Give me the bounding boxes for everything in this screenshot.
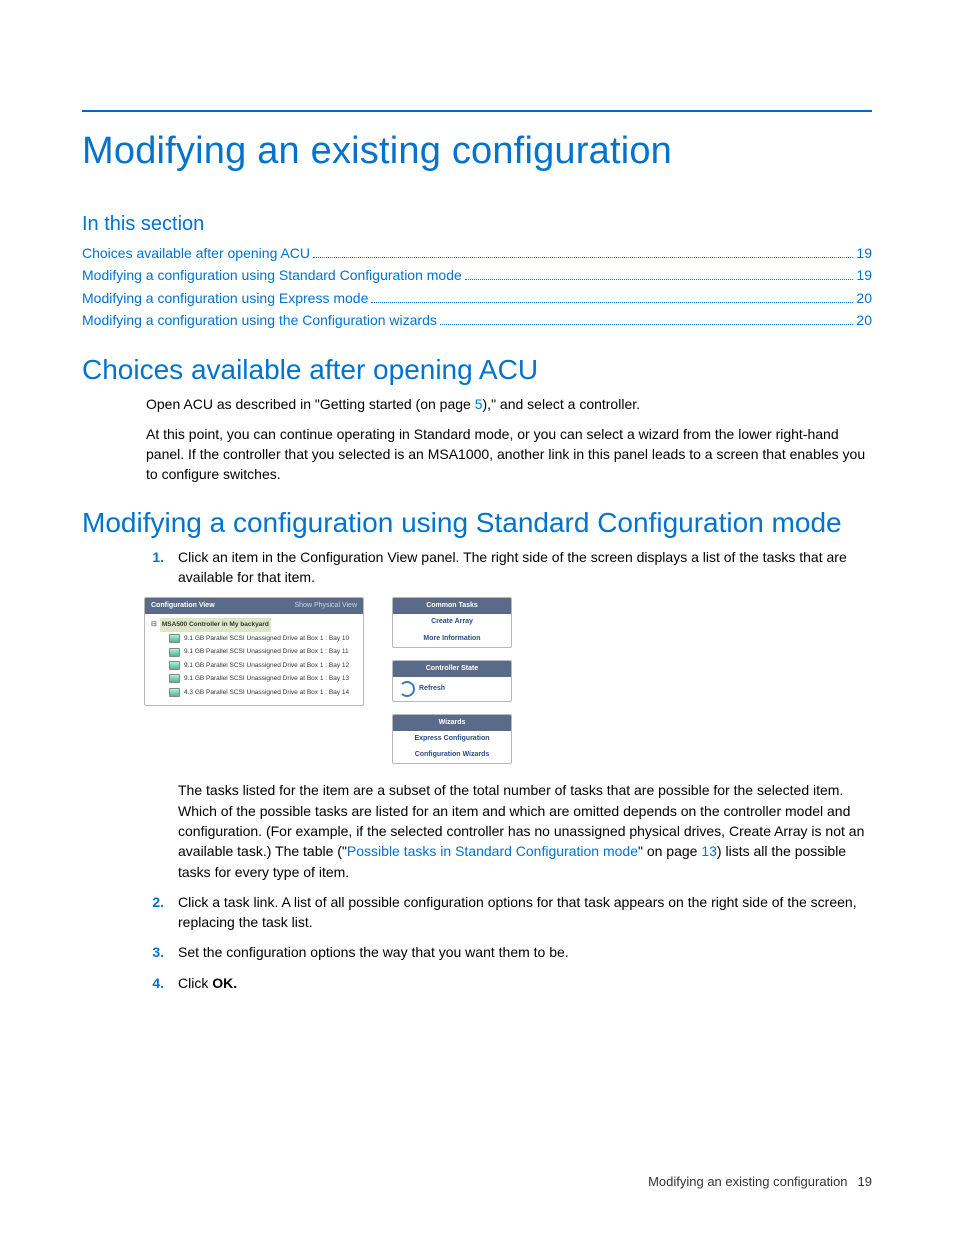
section-heading-choices: Choices available after opening ACU <box>82 354 872 386</box>
panel-title: Controller State <box>426 664 479 674</box>
step-number: 2. <box>130 892 178 933</box>
paragraph: At this point, you can continue operatin… <box>146 424 872 485</box>
toc-page: 19 <box>856 242 872 264</box>
toc-heading: In this section <box>82 213 872 236</box>
drive-icon <box>169 648 180 657</box>
page-link[interactable]: 5 <box>475 396 483 412</box>
footer-page-number: 19 <box>858 1174 872 1189</box>
toc-leader <box>440 312 854 326</box>
toc-page: 19 <box>856 264 872 286</box>
toc-entry[interactable]: Modifying a configuration using the Conf… <box>82 309 872 331</box>
step-number: 4. <box>130 973 178 993</box>
footer-title: Modifying an existing configuration <box>648 1174 847 1189</box>
step1-continuation: The tasks listed for the item are a subs… <box>130 780 872 881</box>
text: " on page <box>638 843 701 859</box>
step-text: Click OK. <box>178 973 872 993</box>
list-item: 1. Click an item in the Configuration Vi… <box>130 547 872 588</box>
wizard-link-config[interactable]: Configuration Wizards <box>393 747 511 763</box>
toc-leader <box>465 267 854 281</box>
panel-title: Wizards <box>439 718 466 728</box>
embedded-screenshot: Configuration View Show Physical View ⊟ … <box>144 597 872 764</box>
drive-label: 4.3 GB Parallel SCSI Unassigned Drive at… <box>184 688 349 697</box>
tree-item[interactable]: 9.1 GB Parallel SCSI Unassigned Drive at… <box>151 659 357 672</box>
document-page: Modifying an existing configuration In t… <box>0 0 954 1235</box>
drive-label: 9.1 GB Parallel SCSI Unassigned Drive at… <box>184 674 349 683</box>
tree-root-node[interactable]: MSA500 Controller in My backyard <box>160 618 271 631</box>
controller-state-panel: Controller State Refresh <box>392 660 512 702</box>
list-item: 2. Click a task link. A list of all poss… <box>130 892 872 933</box>
drive-label: 9.1 GB Parallel SCSI Unassigned Drive at… <box>184 661 349 670</box>
tree-item[interactable]: 9.1 GB Parallel SCSI Unassigned Drive at… <box>151 632 357 645</box>
step-number: 1. <box>130 547 178 588</box>
toc-entry[interactable]: Modifying a configuration using Express … <box>82 287 872 309</box>
tree-expander[interactable]: ⊟ <box>151 620 157 630</box>
drive-icon <box>169 674 180 683</box>
page-title: Modifying an existing configuration <box>82 130 872 173</box>
toc-entry[interactable]: Modifying a configuration using Standard… <box>82 264 872 286</box>
config-view-panel: Configuration View Show Physical View ⊟ … <box>144 597 364 764</box>
toc-page: 20 <box>856 309 872 331</box>
step-text: Click a task link. A list of all possibl… <box>178 892 872 933</box>
panel-header: Configuration View Show Physical View <box>145 598 363 614</box>
drive-label: 9.1 GB Parallel SCSI Unassigned Drive at… <box>184 634 349 643</box>
common-tasks-panel: Common Tasks Create Array More Informati… <box>392 597 512 647</box>
panel-title: Configuration View <box>151 601 215 611</box>
toc-label: Choices available after opening ACU <box>82 242 310 264</box>
toc-leader <box>371 289 853 303</box>
ordered-steps: 1. Click an item in the Configuration Vi… <box>82 547 872 993</box>
section-body: Open ACU as described in "Getting starte… <box>82 394 872 485</box>
page-footer: Modifying an existing configuration 19 <box>648 1174 872 1189</box>
toc-leader <box>313 244 853 258</box>
page-link[interactable]: 13 <box>701 843 717 859</box>
toc-page: 20 <box>856 287 872 309</box>
panel-toggle-link[interactable]: Show Physical View <box>294 601 357 611</box>
top-rule <box>82 110 872 112</box>
panel-header: Wizards <box>393 715 511 731</box>
wizard-link-express[interactable]: Express Configuration <box>393 731 511 747</box>
tree-view: ⊟ MSA500 Controller in My backyard 9.1 G… <box>145 614 363 705</box>
task-link-more-info[interactable]: More Information <box>393 631 511 647</box>
toc-entry[interactable]: Choices available after opening ACU 19 <box>82 242 872 264</box>
toc-label: Modifying a configuration using Standard… <box>82 264 462 286</box>
ok-label: OK. <box>212 975 237 991</box>
panel-title: Common Tasks <box>426 601 478 611</box>
cross-ref-link[interactable]: Possible tasks in Standard Configuration… <box>347 843 638 859</box>
text: Click <box>178 975 212 991</box>
text: Open ACU as described in "Getting starte… <box>146 396 475 412</box>
refresh-label: Refresh <box>419 684 445 694</box>
table-of-contents: Choices available after opening ACU 19 M… <box>82 242 872 332</box>
panel: Configuration View Show Physical View ⊟ … <box>144 597 364 706</box>
paragraph: The tasks listed for the item are a subs… <box>178 780 872 881</box>
refresh-link[interactable]: Refresh <box>393 677 511 701</box>
step-text: Click an item in the Configuration View … <box>178 547 872 588</box>
tasks-column: Common Tasks Create Array More Informati… <box>392 597 512 764</box>
step-text: Set the configuration options the way th… <box>178 942 872 962</box>
tree-item[interactable]: 4.3 GB Parallel SCSI Unassigned Drive at… <box>151 686 357 699</box>
step-number: 3. <box>130 942 178 962</box>
text: )," and select a controller. <box>483 396 641 412</box>
tree-item[interactable]: 9.1 GB Parallel SCSI Unassigned Drive at… <box>151 645 357 658</box>
paragraph: Open ACU as described in "Getting starte… <box>146 394 872 414</box>
drive-label: 9.1 GB Parallel SCSI Unassigned Drive at… <box>184 647 349 656</box>
wizards-panel: Wizards Express Configuration Configurat… <box>392 714 512 764</box>
panel-header: Common Tasks <box>393 598 511 614</box>
drive-icon <box>169 688 180 697</box>
list-item: 3. Set the configuration options the way… <box>130 942 872 962</box>
toc-label: Modifying a configuration using the Conf… <box>82 309 437 331</box>
tree-item[interactable]: 9.1 GB Parallel SCSI Unassigned Drive at… <box>151 672 357 685</box>
drive-icon <box>169 634 180 643</box>
task-link-create-array[interactable]: Create Array <box>393 614 511 630</box>
refresh-icon <box>399 681 415 697</box>
section-heading-standard-mode: Modifying a configuration using Standard… <box>82 507 872 539</box>
list-item: 4. Click OK. <box>130 973 872 993</box>
toc-label: Modifying a configuration using Express … <box>82 287 368 309</box>
panel-header: Controller State <box>393 661 511 677</box>
drive-icon <box>169 661 180 670</box>
